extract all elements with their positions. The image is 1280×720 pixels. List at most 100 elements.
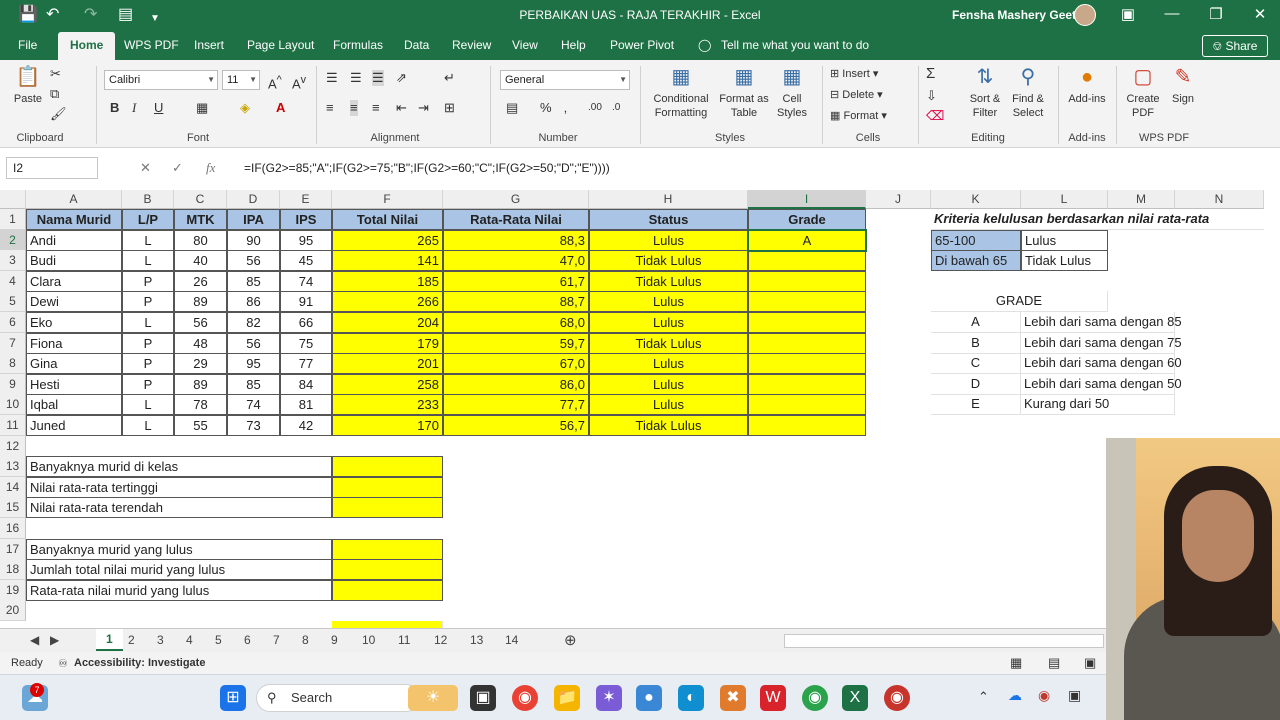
- row-header-12[interactable]: 12: [0, 435, 26, 457]
- format-cells-button[interactable]: ▦ Format ▾: [830, 108, 887, 124]
- column-header-a[interactable]: A: [26, 190, 122, 209]
- table-cell[interactable]: L: [122, 394, 174, 416]
- summary-value[interactable]: [332, 476, 443, 498]
- percent-icon[interactable]: %: [540, 100, 552, 116]
- table-cell[interactable]: 204: [332, 312, 443, 333]
- table-cell[interactable]: 67,0: [443, 353, 589, 375]
- grade-letter[interactable]: A: [931, 312, 1021, 333]
- row-header-15[interactable]: 15: [0, 497, 26, 519]
- autosum-icon[interactable]: Σ: [926, 66, 935, 82]
- column-header-j[interactable]: J: [866, 190, 931, 209]
- table-cell[interactable]: 91: [280, 291, 332, 313]
- row-header-13[interactable]: 13: [0, 456, 26, 478]
- sheet-tab-6[interactable]: 6: [244, 633, 251, 647]
- chevron-up-icon[interactable]: ⌃: [978, 689, 989, 705]
- taskbar-search[interactable]: ⚲ Search: [256, 684, 420, 712]
- formula-input[interactable]: =IF(G2>=85;"A";IF(G2>=75;"B";IF(G2>=60;"…: [244, 161, 610, 175]
- table-cell[interactable]: 42: [280, 415, 332, 436]
- summary-value[interactable]: [332, 579, 443, 601]
- table-cell[interactable]: 81: [280, 394, 332, 416]
- wps-icon[interactable]: W: [760, 685, 786, 711]
- table-cell[interactable]: 85: [227, 373, 280, 395]
- table-cell[interactable]: Lulus: [589, 312, 748, 333]
- table-cell[interactable]: 185: [332, 270, 443, 292]
- table-cell[interactable]: 266: [332, 291, 443, 313]
- table-cell[interactable]: 74: [227, 394, 280, 416]
- table-cell[interactable]: L: [122, 312, 174, 333]
- sheet-tab-4[interactable]: 4: [186, 633, 193, 647]
- align-top-icon[interactable]: ☰: [326, 70, 338, 86]
- tab-formulas[interactable]: Formulas: [333, 38, 383, 52]
- sheet-tab-11[interactable]: 11: [398, 633, 410, 647]
- criteria-range[interactable]: 65-100: [931, 229, 1021, 251]
- copilot-icon[interactable]: ✶: [596, 685, 622, 711]
- tab-view[interactable]: View: [512, 38, 538, 52]
- row-header-3[interactable]: 3: [0, 250, 26, 272]
- table-header[interactable]: L/P: [122, 209, 174, 230]
- table-cell[interactable]: 55: [174, 415, 227, 436]
- tab-insert[interactable]: Insert: [194, 38, 224, 52]
- table-cell[interactable]: Eko: [26, 312, 122, 333]
- excel-icon[interactable]: X: [842, 685, 868, 711]
- table-cell[interactable]: Lulus: [589, 229, 748, 251]
- row-header-10[interactable]: 10: [0, 394, 26, 416]
- table-header[interactable]: Nama Murid: [26, 209, 122, 230]
- grade-description[interactable]: Lebih dari sama dengan 60: [1021, 353, 1182, 375]
- select-all-button[interactable]: [0, 190, 26, 209]
- tab-wps-pdf[interactable]: WPS PDF: [124, 38, 179, 52]
- table-cell[interactable]: 258: [332, 373, 443, 395]
- table-cell[interactable]: Lulus: [589, 353, 748, 375]
- sheet-tab-9[interactable]: 9: [331, 633, 338, 647]
- fill-color-icon[interactable]: ◈: [240, 100, 250, 116]
- row-header-18[interactable]: 18: [0, 559, 26, 581]
- sort-filter-button[interactable]: ⇅ Sort & Filter: [962, 64, 1008, 120]
- comma-style-icon[interactable]: ‚: [564, 100, 567, 116]
- normal-view-icon[interactable]: ▦: [1010, 655, 1022, 671]
- summary-value[interactable]: [332, 497, 443, 519]
- table-cell[interactable]: 75: [280, 332, 332, 354]
- table-cell[interactable]: 95: [227, 353, 280, 375]
- table-cell[interactable]: 48: [174, 332, 227, 354]
- column-header-n[interactable]: N: [1175, 190, 1264, 209]
- paste-button[interactable]: 📋 Paste: [10, 64, 46, 106]
- row-header-6[interactable]: 6: [0, 312, 26, 333]
- table-cell[interactable]: L: [122, 415, 174, 436]
- summary-label[interactable]: Banyaknya murid di kelas: [26, 456, 332, 478]
- criteria-status[interactable]: Lulus: [1021, 229, 1108, 251]
- table-header[interactable]: IPS: [280, 209, 332, 230]
- grade-description[interactable]: Kurang dari 50: [1021, 394, 1175, 416]
- column-header-l[interactable]: L: [1021, 190, 1108, 209]
- grade-cell[interactable]: [748, 312, 866, 333]
- align-middle-icon[interactable]: ☰: [350, 70, 362, 86]
- tab-file[interactable]: File: [18, 38, 37, 52]
- cell-styles-button[interactable]: ▦ Cell Styles: [770, 64, 814, 120]
- criteria-title[interactable]: Kriteria kelulusan berdasarkan nilai rat…: [931, 209, 1264, 230]
- grade-cell[interactable]: [748, 415, 866, 436]
- row-header-14[interactable]: 14: [0, 476, 26, 498]
- criteria-status[interactable]: Tidak Lulus: [1021, 250, 1108, 272]
- font-size-select[interactable]: 11 ▼: [222, 70, 260, 90]
- table-header[interactable]: Status: [589, 209, 748, 230]
- underline-icon[interactable]: U: [154, 100, 163, 116]
- table-cell[interactable]: Fiona: [26, 332, 122, 354]
- row-header-16[interactable]: 16: [0, 518, 26, 539]
- table-cell[interactable]: 66: [280, 312, 332, 333]
- tab-power-pivot[interactable]: Power Pivot: [610, 38, 674, 52]
- sheet-tab-14[interactable]: 14: [505, 633, 518, 647]
- summary-value[interactable]: [332, 456, 443, 478]
- insert-function-icon[interactable]: fx: [206, 160, 215, 176]
- column-header-b[interactable]: B: [122, 190, 174, 209]
- sheet-tab-13[interactable]: 13: [470, 633, 483, 647]
- ribbon-display-icon[interactable]: ▣: [1118, 5, 1138, 23]
- insert-cells-button[interactable]: ⊞ Insert ▾: [830, 66, 878, 82]
- tell-me-search[interactable]: Tell me what you want to do: [721, 38, 869, 52]
- row-header-7[interactable]: 7: [0, 332, 26, 354]
- prev-sheet-icon[interactable]: ◀: [30, 633, 39, 647]
- accounting-format-icon[interactable]: ▤: [506, 100, 518, 116]
- table-cell[interactable]: P: [122, 373, 174, 395]
- table-cell[interactable]: 88,7: [443, 291, 589, 313]
- grade-description[interactable]: Lebih dari sama dengan 50: [1021, 373, 1182, 395]
- grade-title[interactable]: GRADE: [931, 291, 1108, 313]
- table-cell[interactable]: 74: [280, 270, 332, 292]
- chrome-icon[interactable]: ◉: [512, 685, 538, 711]
